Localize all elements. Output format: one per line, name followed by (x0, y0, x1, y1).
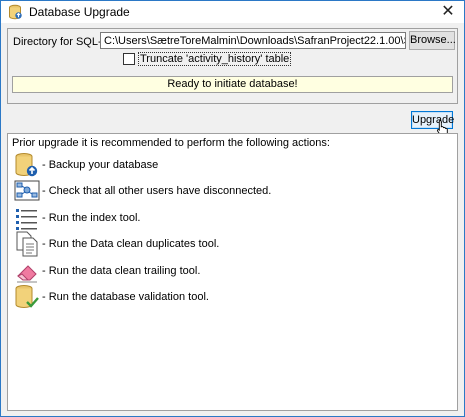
browse-button[interactable]: Browse... (409, 31, 456, 50)
action-text: - Run the Data clean duplicates tool. (42, 238, 220, 250)
recommendations-panel: Prior upgrade it is recommended to perfo… (7, 133, 458, 411)
action-text: - Backup your database (42, 159, 159, 171)
action-text: - Run the index tool. (42, 212, 141, 224)
action-text: - Check that all other users have discon… (42, 185, 272, 197)
settings-panel: Directory for SQL-files: C:\Users\SætreT… (7, 28, 458, 104)
eraser-icon (14, 258, 40, 284)
directory-input[interactable]: C:\Users\SætreToreMalmin\Downloads\Safra… (100, 32, 406, 49)
action-text: - Run the database validation tool. (42, 291, 209, 303)
truncate-checkbox[interactable] (123, 53, 135, 65)
duplicate-documents-icon (14, 231, 40, 257)
intro-text: Prior upgrade it is recommended to perfo… (12, 137, 330, 149)
database-backup-icon (14, 152, 40, 178)
action-text: - Run the data clean trailing tool. (42, 265, 201, 277)
status-message: Ready to initiate database! (12, 76, 453, 93)
network-users-icon (14, 178, 40, 204)
close-icon[interactable]: ✕ (438, 2, 458, 22)
database-upgrade-window: Database Upgrade ✕ Directory for SQL-fil… (0, 0, 465, 417)
app-database-icon (7, 4, 23, 20)
database-check-icon (14, 284, 40, 310)
title-bar: Database Upgrade ✕ (1, 1, 464, 23)
index-list-icon (14, 205, 40, 231)
window-title: Database Upgrade (29, 5, 130, 19)
truncate-label[interactable]: Truncate 'activity_history' table (138, 52, 292, 66)
